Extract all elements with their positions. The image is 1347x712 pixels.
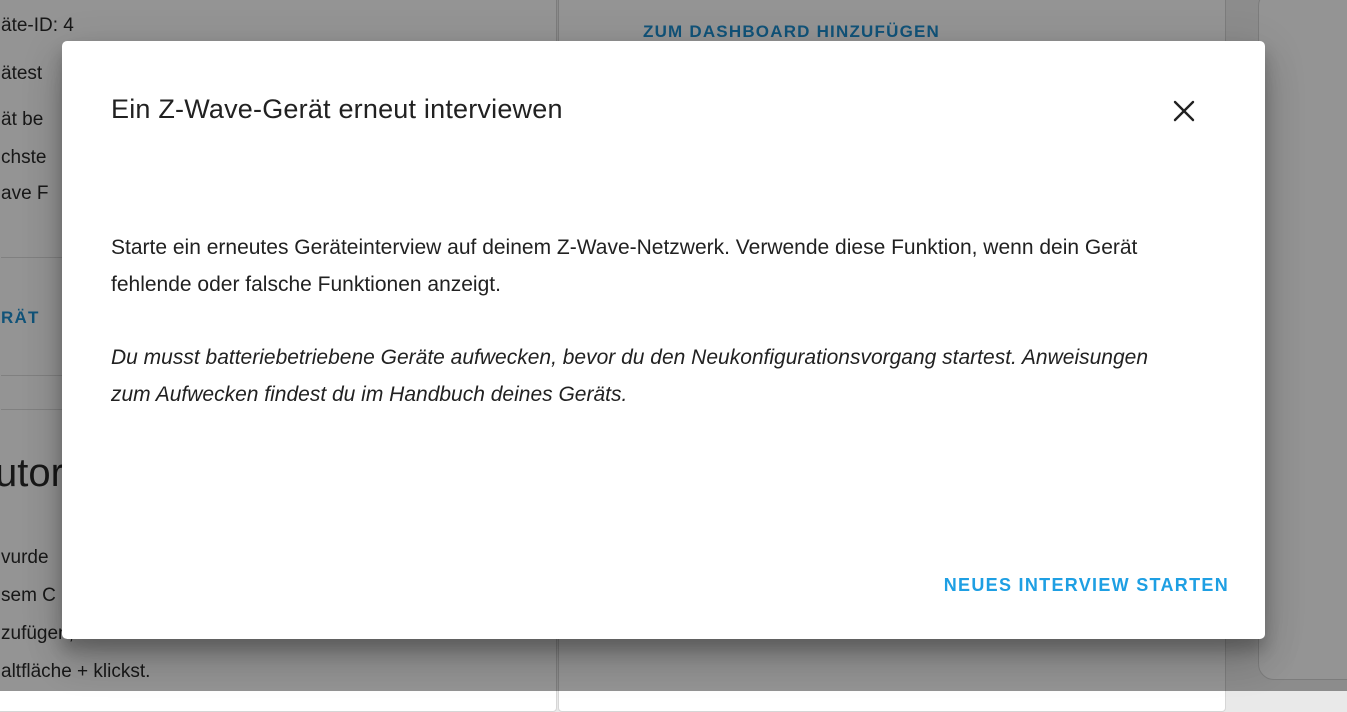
close-icon xyxy=(1173,100,1195,122)
close-button[interactable] xyxy=(1164,91,1204,131)
dialog-note: Du musst batteriebetriebene Geräte aufwe… xyxy=(111,346,1149,406)
dialog-title: Ein Z-Wave-Gerät erneut interviewen xyxy=(111,94,563,124)
reinterview-dialog: Ein Z-Wave-Gerät erneut interviewen Star… xyxy=(62,41,1265,639)
start-interview-button[interactable]: NEUES INTERVIEW STARTEN xyxy=(944,569,1229,602)
dialog-description: Starte ein erneutes Geräteinterview auf … xyxy=(111,236,1138,296)
